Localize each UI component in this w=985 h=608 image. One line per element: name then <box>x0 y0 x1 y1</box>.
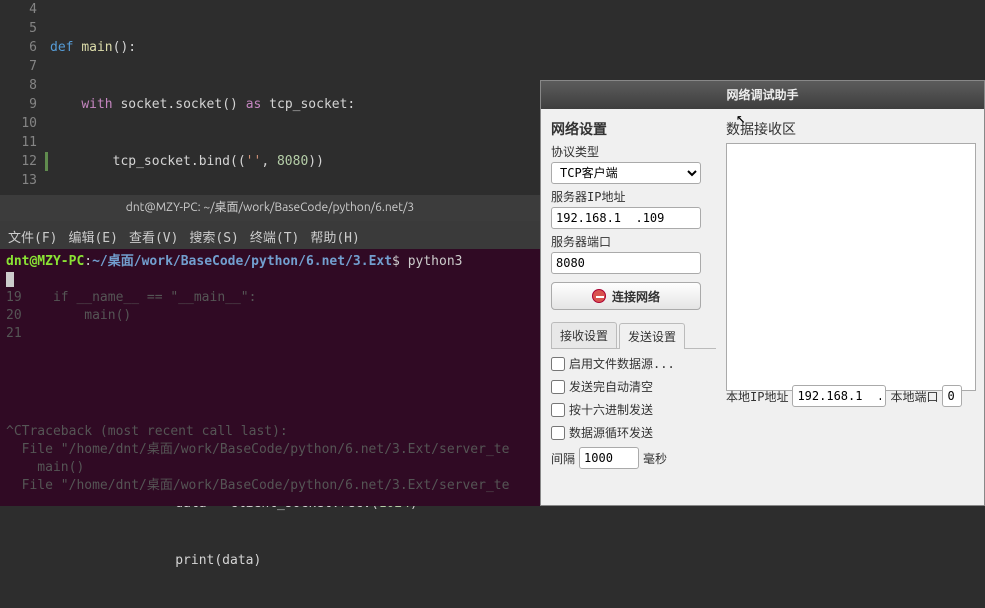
terminal-titlebar: dnt@MZY-PC: ~/桌面/work/BaseCode/python/6.… <box>0 195 540 221</box>
menu-file[interactable]: 文件(F) <box>8 231 57 246</box>
tab-send-settings[interactable]: 发送设置 <box>619 323 685 349</box>
local-port-label: 本地端口 <box>890 388 938 405</box>
editor-gutter: 45678910111213 <box>0 0 45 190</box>
recv-area-label: 数据接收区 <box>726 119 976 139</box>
menu-view[interactable]: 查看(V) <box>129 231 178 246</box>
menu-edit[interactable]: 编辑(E) <box>68 231 117 246</box>
interval-input[interactable] <box>579 447 639 469</box>
local-ip-input[interactable] <box>792 385 886 407</box>
protocol-select[interactable]: TCP客户端 <box>551 162 701 184</box>
modified-line-marker <box>45 152 48 171</box>
prompt-user: dnt@MZY-PC <box>6 254 84 269</box>
local-port-input[interactable] <box>942 385 962 407</box>
local-ip-label: 本地IP地址 <box>726 388 788 405</box>
chk-hex-send[interactable] <box>551 403 565 417</box>
menu-terminal[interactable]: 终端(T) <box>250 231 299 246</box>
menu-help[interactable]: 帮助(H) <box>310 231 359 246</box>
recv-textbox[interactable] <box>726 143 976 391</box>
terminal-cursor <box>6 272 14 287</box>
terminal-command: python3 <box>408 254 463 269</box>
network-settings-label: 网络设置 <box>551 119 716 139</box>
chk-file-source[interactable] <box>551 357 565 371</box>
server-port-input[interactable] <box>551 252 701 274</box>
chk-loop-send[interactable] <box>551 426 565 440</box>
protocol-label: 协议类型 <box>551 143 716 160</box>
network-debug-dialog: 网络调试助手 网络设置 协议类型 TCP客户端 服务器IP地址 服务器端口 连接… <box>540 80 985 506</box>
server-ip-input[interactable] <box>551 207 701 229</box>
server-port-label: 服务器端口 <box>551 233 716 250</box>
interval-label: 间隔 <box>551 450 575 467</box>
connect-button[interactable]: 连接网络 <box>551 282 701 310</box>
tab-recv-settings[interactable]: 接收设置 <box>551 322 617 348</box>
prompt-path: ~/桌面/work/BaseCode/python/6.net/3.Ext <box>92 254 392 269</box>
code-editor: 45678910111213 def main(): with socket.s… <box>0 0 540 200</box>
chk-auto-clear[interactable] <box>551 380 565 394</box>
terminal-body[interactable]: dnt@MZY-PC:~/桌面/work/BaseCode/python/6.n… <box>0 249 540 506</box>
dialog-title: 网络调试助手 <box>541 81 984 109</box>
server-ip-label: 服务器IP地址 <box>551 188 716 205</box>
terminal-menu: 文件(F) 编辑(E) 查看(V) 搜索(S) 终端(T) 帮助(H) <box>0 221 540 249</box>
interval-unit: 毫秒 <box>643 450 667 467</box>
menu-search[interactable]: 搜索(S) <box>189 231 238 246</box>
stop-icon <box>592 289 606 303</box>
